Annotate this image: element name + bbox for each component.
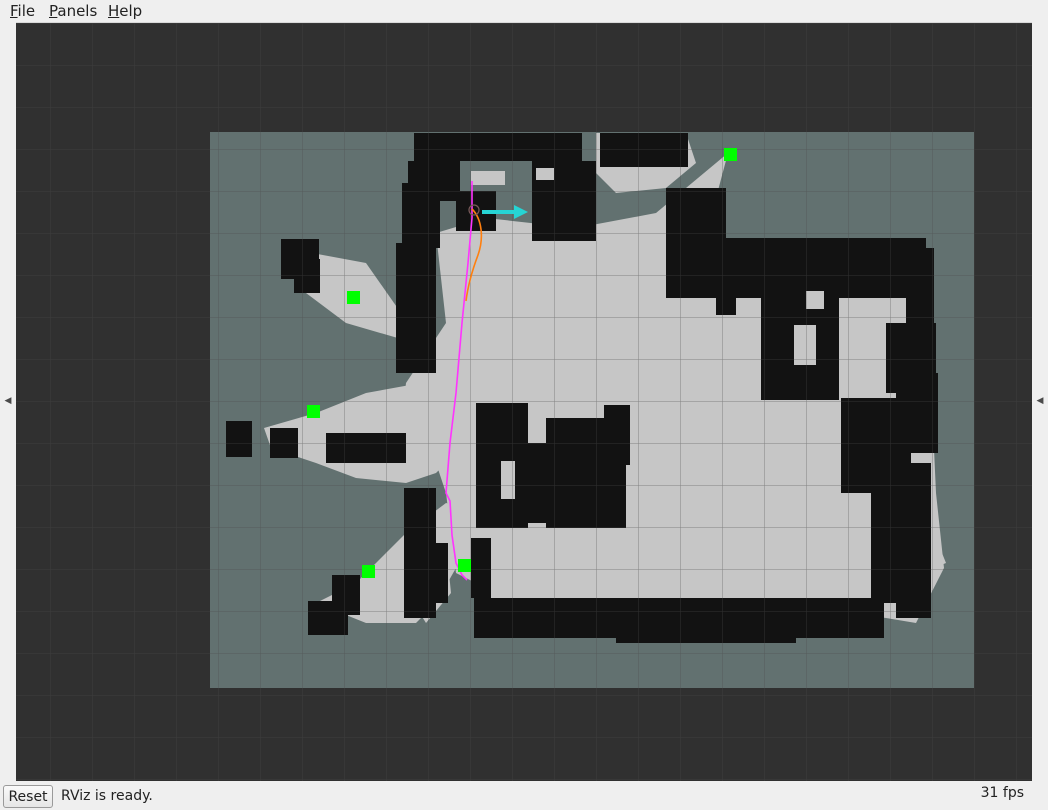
menu-file[interactable]: File [10,2,35,20]
reset-button[interactable]: Reset [3,785,53,808]
goal-marker [458,559,471,572]
fps-counter: 31 fps [980,785,1024,801]
grid-overlay [16,23,1032,781]
status-message: RViz is ready. [61,788,153,804]
map-canvas [16,23,1032,781]
menu-help[interactable]: Help [108,2,142,20]
collapse-right-panel-icon[interactable]: ◀ [1035,392,1045,410]
goal-marker [307,405,320,418]
goal-marker [724,148,737,161]
goal-marker [362,565,375,578]
menu-panels[interactable]: Panels [49,2,97,20]
collapse-left-panel-icon[interactable]: ◀ [3,392,13,410]
menu-bar: File Panels Help [0,0,1048,22]
goal-marker [347,291,360,304]
3d-render-view[interactable] [16,22,1032,781]
status-bar: Reset RViz is ready. 31 fps [0,782,1048,810]
